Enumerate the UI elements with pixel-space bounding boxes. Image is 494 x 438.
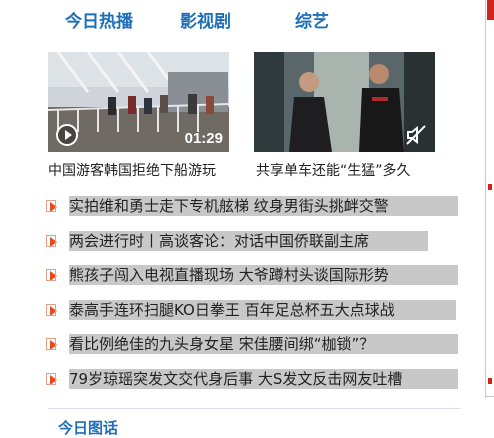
section-divider: [48, 408, 460, 409]
bullet-icon: [46, 234, 57, 247]
right-panel-border: [485, 0, 486, 398]
video-caption-2[interactable]: 共享单车还能“生猛”多久: [256, 160, 436, 180]
video-duration: 01:29: [184, 130, 223, 147]
bullet-icon: [46, 338, 57, 351]
play-icon[interactable]: [56, 124, 78, 146]
tab-movies-tv[interactable]: 影视剧: [180, 7, 231, 32]
bullet-icon: [46, 303, 57, 316]
right-panel-divider: [485, 396, 494, 397]
video-thumbnail-2[interactable]: [254, 52, 435, 152]
news-list: 实拍维和勇士走下专机舷梯 纹身男街头挑衅交警 两会进行时丨高谈客论：对话中国侨联…: [46, 196, 468, 404]
video-caption-1[interactable]: 中国游客韩国拒绝下船游玩: [48, 160, 216, 180]
news-link[interactable]: 熊孩子闯入电视直播现场 大爷蹲村头谈国际形势: [69, 265, 458, 286]
video-tabs: 今日热播 影视剧 综艺: [0, 0, 460, 40]
news-link[interactable]: 79岁琼瑶突发文交代身后事 大S发文反击网友吐槽: [69, 368, 458, 389]
list-item: 看比例绝佳的九头身女星 宋佳腰间绑“枷锁”？: [46, 334, 468, 369]
news-link[interactable]: 实拍维和勇士走下专机舷梯 纹身男街头挑衅交警: [69, 196, 458, 216]
news-link[interactable]: 泰高手连环扫腿KO日拳王 百年足总杯五大点球战: [69, 299, 456, 320]
news-link[interactable]: 看比例绝佳的九头身女星 宋佳腰间绑“枷锁”？: [69, 334, 458, 355]
list-item: 两会进行时丨高谈客论：对话中国侨联副主席: [46, 230, 468, 266]
right-panel-marker: [488, 184, 492, 190]
right-panel-logo: [487, 0, 494, 20]
bullet-icon: [46, 200, 57, 212]
bullet-icon: [46, 269, 57, 282]
news-link[interactable]: 两会进行时丨高谈客论：对话中国侨联副主席: [69, 230, 428, 251]
tab-variety[interactable]: 综艺: [295, 7, 329, 32]
list-item: 79岁琼瑶突发文交代身后事 大S发文反击网友吐槽: [46, 368, 468, 404]
list-item: 熊孩子闯入电视直播现场 大爷蹲村头谈国际形势: [46, 265, 468, 300]
right-panel-marker: [488, 378, 492, 384]
tab-today-hot[interactable]: 今日热播: [65, 7, 133, 32]
list-item: 实拍维和勇士走下专机舷梯 纹身男街头挑衅交警: [46, 196, 468, 231]
mute-icon[interactable]: [405, 124, 427, 146]
video-thumbnail-1[interactable]: 01:29: [48, 52, 229, 152]
bullet-icon: [46, 372, 57, 385]
list-item: 泰高手连环扫腿KO日拳王 百年足总杯五大点球战: [46, 299, 468, 335]
